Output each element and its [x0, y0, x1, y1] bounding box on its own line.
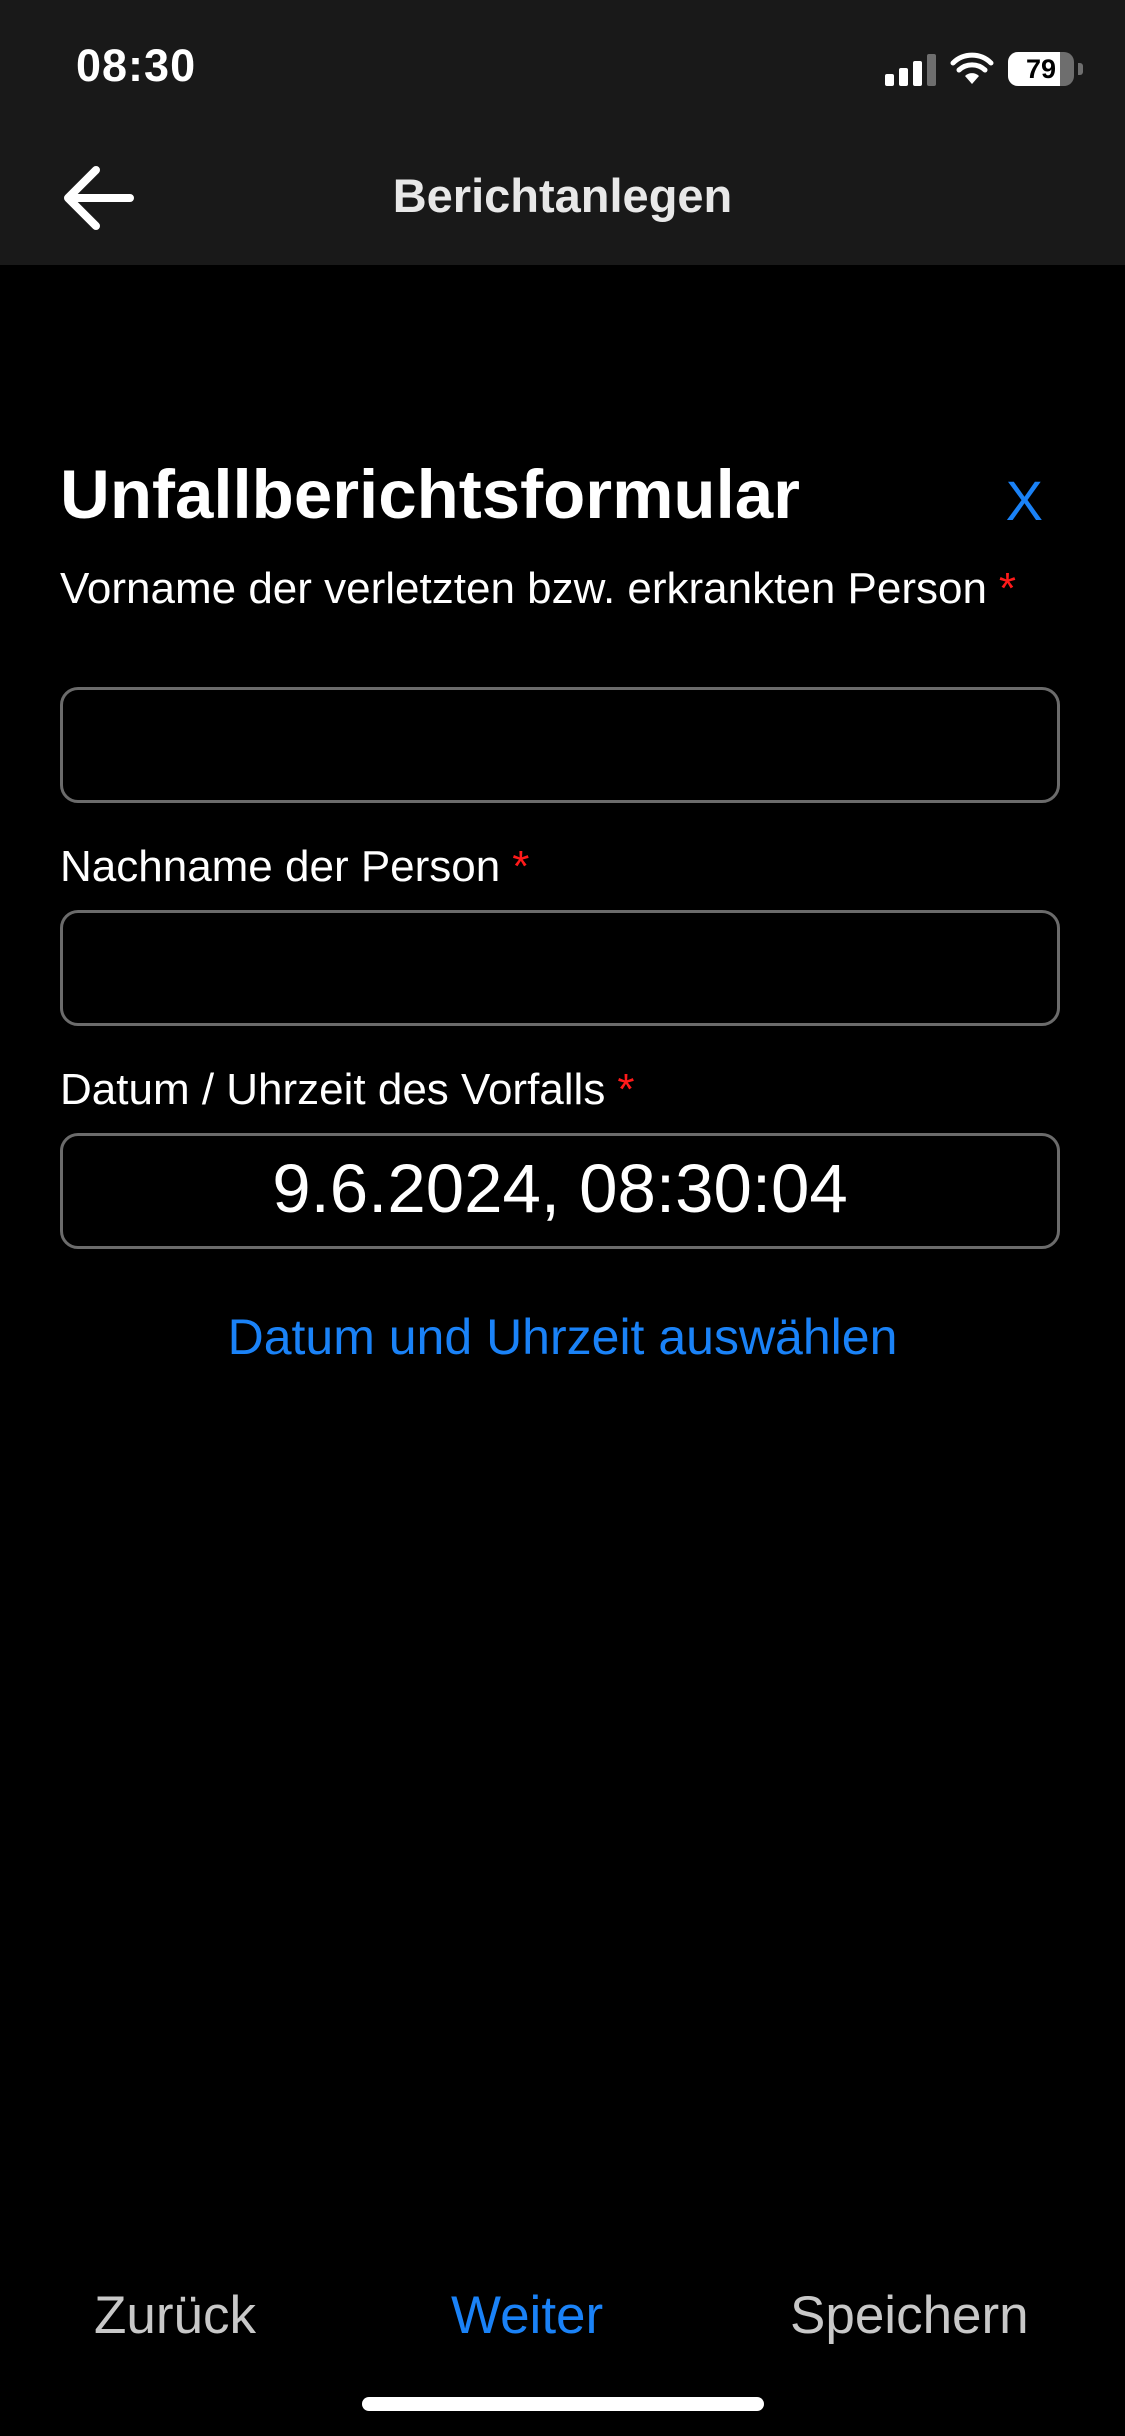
status-icons: 79: [885, 46, 1083, 92]
battery-tip: [1078, 63, 1083, 75]
required-marker: *: [998, 564, 1017, 613]
nav-title: Berichtanlegen: [392, 169, 733, 222]
required-marker: *: [512, 842, 530, 891]
first-name-label-text: Vorname der verletzten bzw. erkrankten P…: [60, 564, 987, 613]
datetime-value: 9.6.2024, 08:30:04: [272, 1150, 848, 1227]
form-title: Unfallberichtsformular: [60, 456, 800, 533]
first-name-field[interactable]: [60, 687, 1060, 803]
screen: 08:30 79 Berichtanlegen Unfallberichtsfo…: [0, 0, 1125, 2436]
save-button[interactable]: Speichern: [790, 2285, 1029, 2346]
close-button[interactable]: X: [1006, 468, 1043, 533]
select-datetime-link[interactable]: Datum und Uhrzeit auswählen: [0, 1308, 1125, 1366]
battery-icon: 79: [1008, 52, 1074, 86]
required-marker: *: [617, 1065, 635, 1114]
datetime-label-text: Datum / Uhrzeit des Vorfalls: [60, 1065, 606, 1114]
battery-percent: 79: [1025, 53, 1057, 84]
next-button[interactable]: Weiter: [451, 2285, 603, 2346]
back-text-button[interactable]: Zurück: [94, 2285, 256, 2346]
bottom-action-bar: Zurück Weiter Speichern: [0, 2285, 1125, 2355]
cellular-signal-icon: [885, 52, 936, 86]
wifi-icon: [950, 52, 994, 84]
last-name-field[interactable]: [60, 910, 1060, 1026]
home-indicator[interactable]: [362, 2397, 764, 2411]
first-name-label: Vorname der verletzten bzw. erkrankten P…: [60, 560, 1060, 617]
datetime-field[interactable]: 9.6.2024, 08:30:04: [60, 1133, 1060, 1249]
datetime-label: Datum / Uhrzeit des Vorfalls *: [60, 1061, 1060, 1118]
last-name-label-text: Nachname der Person: [60, 842, 501, 891]
status-time: 08:30: [76, 40, 197, 91]
last-name-label: Nachname der Person *: [60, 838, 1060, 895]
